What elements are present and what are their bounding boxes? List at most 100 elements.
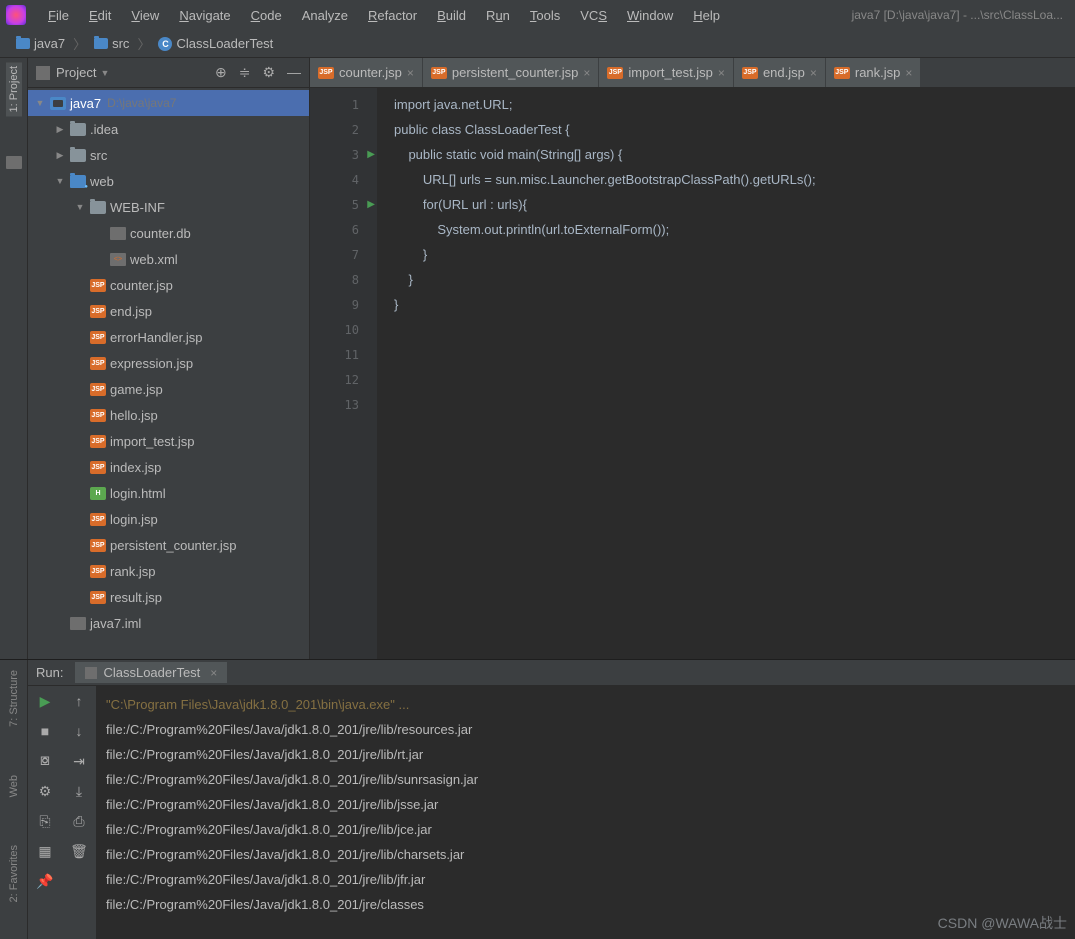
tree-arrow-icon[interactable] [74,202,86,212]
layout-button[interactable]: ▦ [36,842,54,860]
tree-arrow-icon[interactable] [54,124,66,135]
line-number[interactable]: 3▶ [310,142,377,167]
breadcrumb-item-src[interactable]: src [90,34,133,53]
settings-button[interactable]: ⚙ [36,782,54,800]
project-tree[interactable]: java7D:\java\java7.ideasrcwebWEB-INFcoun… [28,88,309,659]
gear-icon[interactable]: ⚙ [262,64,275,81]
stop-button[interactable]: ■ [36,722,54,740]
tree-row[interactable]: JSPimport_test.jsp [28,428,309,454]
menu-file[interactable]: File [38,4,79,27]
exit-button[interactable]: ⎘ [36,812,54,830]
chevron-down-icon[interactable]: ▼ [100,68,109,78]
editor-tab[interactable]: JSPrank.jsp× [826,58,921,87]
line-number[interactable]: 4 [310,167,377,192]
line-number[interactable]: 10 [310,317,377,342]
tree-row[interactable]: JSPhello.jsp [28,402,309,428]
menu-build[interactable]: Build [427,4,476,27]
line-number[interactable]: 7 [310,242,377,267]
line-number[interactable]: 8 [310,267,377,292]
tree-arrow-icon[interactable] [54,176,66,186]
line-number[interactable]: 1 [310,92,377,117]
tree-row[interactable]: java7.iml [28,610,309,636]
line-number[interactable]: 13 [310,392,377,417]
code-area[interactable]: import java.net.URL;public class ClassLo… [378,88,1075,659]
code-line[interactable]: URL[] urls = sun.misc.Launcher.getBootst… [394,167,1075,192]
menu-run[interactable]: Run [476,4,520,27]
menu-window[interactable]: Window [617,4,683,27]
console-output[interactable]: "C:\Program Files\Java\jdk1.8.0_201\bin\… [96,686,1075,939]
code-line[interactable]: } [394,292,1075,317]
close-icon[interactable]: × [210,666,217,680]
rerun-button[interactable]: ▶ [36,692,54,710]
code-line[interactable]: public static void main(String[] args) { [394,142,1075,167]
down-button[interactable]: ↓ [70,722,88,740]
editor-tab[interactable]: JSPimport_test.jsp× [599,58,733,87]
dump-button[interactable]: ⧇ [36,752,54,770]
hide-icon[interactable]: — [287,64,301,81]
line-number[interactable]: 5▶ [310,192,377,217]
tree-row[interactable]: WEB-INF [28,194,309,220]
image-thumb-icon[interactable] [6,156,22,169]
tree-row[interactable]: JSPgame.jsp [28,376,309,402]
menu-help[interactable]: Help [683,4,730,27]
tree-row[interactable]: .idea [28,116,309,142]
up-button[interactable]: ↑ [70,692,88,710]
close-icon[interactable]: × [718,66,725,80]
menu-edit[interactable]: Edit [79,4,121,27]
breadcrumb-item-project[interactable]: java7 [12,34,69,53]
tree-arrow-icon[interactable] [54,150,66,161]
code-line[interactable]: } [394,267,1075,292]
pin-button[interactable]: 📌 [36,872,54,890]
tree-row[interactable]: counter.db [28,220,309,246]
tool-tab-project[interactable]: 1: Project [6,62,22,116]
run-gutter-icon[interactable]: ▶ [367,149,375,160]
scroll-end-button[interactable]: ⤓ [70,782,88,800]
line-number[interactable]: 11 [310,342,377,367]
code-line[interactable]: for(URL url : urls){ [394,192,1075,217]
tree-row[interactable]: Hlogin.html [28,480,309,506]
menu-vcs[interactable]: VCS [570,4,617,27]
tree-row[interactable]: JSPresult.jsp [28,584,309,610]
tree-row[interactable]: java7D:\java\java7 [28,90,309,116]
tool-tab-structure[interactable]: 7: Structure [6,666,22,731]
menu-navigate[interactable]: Navigate [169,4,240,27]
tree-row[interactable]: JSPend.jsp [28,298,309,324]
tree-row[interactable]: web.xml [28,246,309,272]
menu-tools[interactable]: Tools [520,4,570,27]
soft-wrap-button[interactable]: ⇥ [70,752,88,770]
tree-row[interactable]: JSPerrorHandler.jsp [28,324,309,350]
menu-view[interactable]: View [121,4,169,27]
close-icon[interactable]: × [583,66,590,80]
editor-tab[interactable]: JSPpersistent_counter.jsp× [423,58,598,87]
code-line[interactable]: System.out.println(url.toExternalForm())… [394,217,1075,242]
run-gutter-icon[interactable]: ▶ [367,199,375,210]
run-tab[interactable]: ClassLoaderTest × [75,662,227,683]
breadcrumb-item-class[interactable]: C ClassLoaderTest [154,34,277,53]
close-icon[interactable]: × [407,66,414,80]
collapse-icon[interactable]: ≑ [239,64,251,81]
line-number[interactable]: 12 [310,367,377,392]
line-number[interactable]: 9 [310,292,377,317]
tree-row[interactable]: JSPlogin.jsp [28,506,309,532]
print-button[interactable]: ⎙ [70,812,88,830]
tool-tab-favorites[interactable]: 2: Favorites [6,841,22,906]
menu-code[interactable]: Code [241,4,292,27]
clear-button[interactable]: 🗑 [70,842,88,860]
line-number[interactable]: 2 [310,117,377,142]
tree-arrow-icon[interactable] [34,98,46,108]
tree-row[interactable]: JSPcounter.jsp [28,272,309,298]
menu-refactor[interactable]: Refactor [358,4,427,27]
code-line[interactable]: public class ClassLoaderTest { [394,117,1075,142]
code-line[interactable]: import java.net.URL; [394,92,1075,117]
close-icon[interactable]: × [810,66,817,80]
tree-row[interactable]: JSPpersistent_counter.jsp [28,532,309,558]
tree-row[interactable]: JSPrank.jsp [28,558,309,584]
tree-row[interactable]: src [28,142,309,168]
locate-icon[interactable]: ⊕ [215,64,227,81]
line-number[interactable]: 6 [310,217,377,242]
tree-row[interactable]: JSPindex.jsp [28,454,309,480]
editor-tab[interactable]: JSPcounter.jsp× [310,58,422,87]
code-line[interactable]: } [394,242,1075,267]
tree-row[interactable]: web [28,168,309,194]
tool-tab-web[interactable]: Web [6,771,22,801]
